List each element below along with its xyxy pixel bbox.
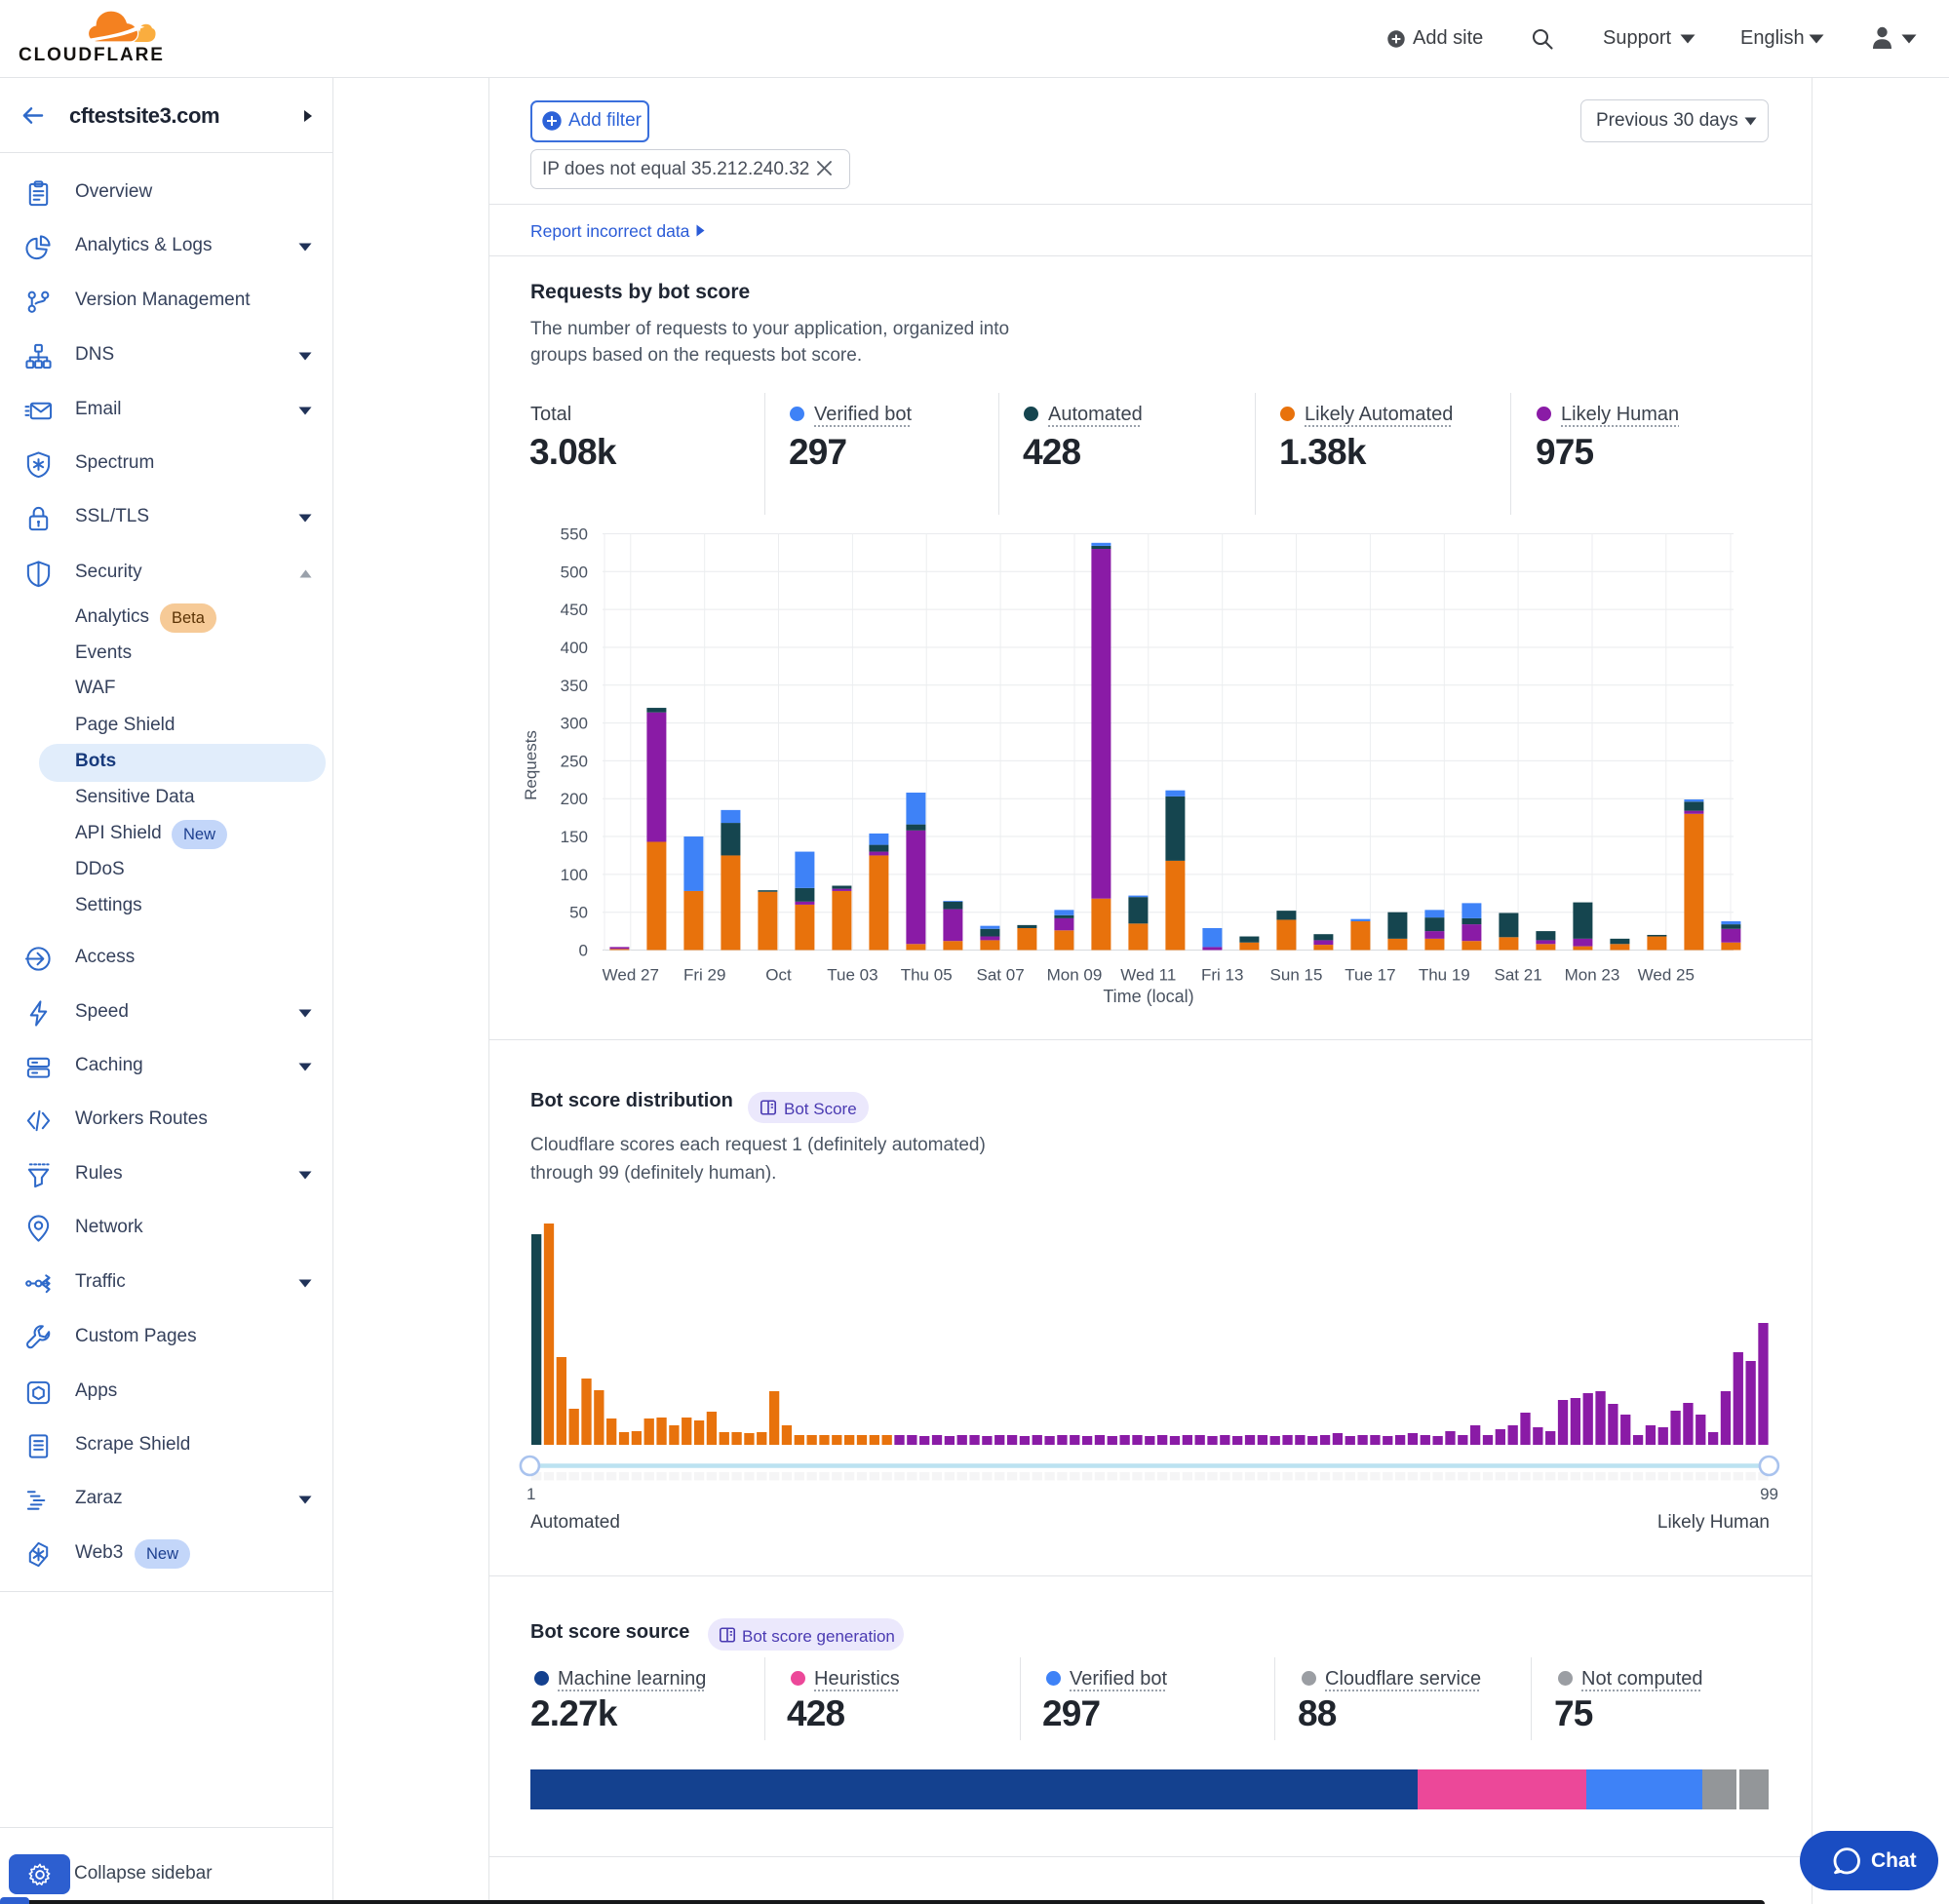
svg-text:Wed 11: Wed 11 <box>1120 966 1176 985</box>
svg-text:450: 450 <box>561 601 588 619</box>
svg-text:0: 0 <box>579 942 588 960</box>
svg-text:350: 350 <box>561 677 588 695</box>
svg-text:200: 200 <box>561 790 588 808</box>
svg-text:Sat 07: Sat 07 <box>977 966 1025 985</box>
svg-text:Requests: Requests <box>522 730 540 800</box>
svg-text:150: 150 <box>561 828 588 846</box>
svg-text:50: 50 <box>569 904 588 922</box>
svg-text:Thu 05: Thu 05 <box>901 966 953 985</box>
svg-text:Tue 17: Tue 17 <box>1345 966 1395 985</box>
svg-text:Thu 19: Thu 19 <box>1419 966 1470 985</box>
svg-text:300: 300 <box>561 715 588 733</box>
svg-text:Fri 13: Fri 13 <box>1201 966 1243 985</box>
svg-text:100: 100 <box>561 866 588 884</box>
svg-text:Mon 09: Mon 09 <box>1047 966 1103 985</box>
svg-text:Tue 03: Tue 03 <box>827 966 877 985</box>
svg-text:250: 250 <box>561 752 588 770</box>
svg-text:Wed 27: Wed 27 <box>603 966 659 985</box>
svg-text:Fri 29: Fri 29 <box>683 966 725 985</box>
svg-text:Wed 25: Wed 25 <box>1638 966 1695 985</box>
svg-text:400: 400 <box>561 639 588 657</box>
svg-text:550: 550 <box>561 525 588 544</box>
svg-text:Oct: Oct <box>765 966 792 985</box>
svg-text:Mon 23: Mon 23 <box>1565 966 1620 985</box>
svg-text:Time (local): Time (local) <box>1103 987 1193 1006</box>
svg-text:Sat 21: Sat 21 <box>1495 966 1542 985</box>
svg-text:Sun 15: Sun 15 <box>1270 966 1323 985</box>
svg-text:500: 500 <box>561 563 588 581</box>
